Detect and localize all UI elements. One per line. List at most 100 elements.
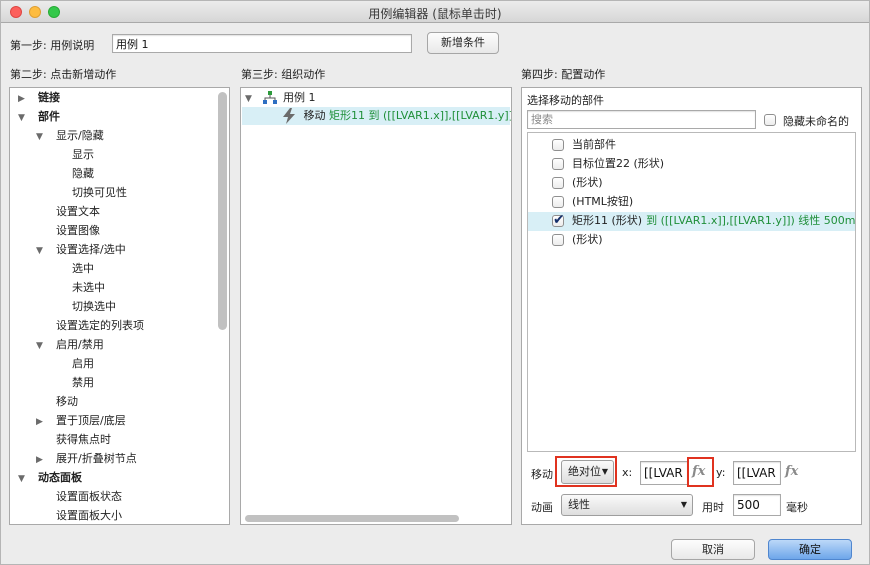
widget-row[interactable]: (HTML按钮) [528,193,855,212]
expanded-triangle-icon[interactable]: ▼ [36,337,46,355]
action-list-item[interactable]: 选中 [18,260,94,278]
title-bar: 用例编辑器 (鼠标单击时) [1,1,869,23]
expanded-triangle-icon[interactable]: ▼ [18,470,28,488]
configure-action-panel: 选择移动的部件 隐藏未命名的 当前部件目标位置22 (形状) (形状) (HTML按… [521,87,862,525]
action-list-item[interactable]: ▼ 设置选择/选中 [18,241,126,259]
action-list-item[interactable]: 切换选中 [18,298,116,316]
widget-label: (形状) [572,233,603,246]
action-list-item[interactable]: ▼ 动态面板 [18,469,82,487]
action-list-item[interactable]: 启用 [18,355,94,373]
widget-label: (HTML按钮) [572,195,634,208]
y-fx-button[interactable]: fx [785,464,798,479]
widget-row[interactable]: (形状) [528,174,855,193]
widget-checkbox[interactable] [552,177,564,189]
action-list-item[interactable]: 显示 [18,146,94,164]
action-list-item-label: 展开/折叠树节点 [56,452,137,465]
widget-checkbox[interactable] [552,211,565,229]
expanded-triangle-icon[interactable]: ▼ [245,90,255,108]
animation-select[interactable]: 线性 ▼ [561,494,693,516]
expanded-triangle-icon[interactable]: ▼ [36,242,46,260]
fx-highlight [687,457,714,487]
action-list-item[interactable]: 未选中 [18,279,105,297]
widget-row[interactable]: 目标位置22 (形状) [528,155,855,174]
action-list-panel[interactable]: ▶ 链接 ▼ 部件 ▼ 显示/隐藏 显示 隐藏 切换可见性 设置文本设置图像 ▼ 设置选择/选中选中未… [9,87,230,525]
duration-label: 用时 [702,501,724,514]
duration-input[interactable] [733,494,781,516]
action-list-item[interactable]: 移动 [18,393,78,411]
action-list-item[interactable]: 设置图像 [18,222,100,240]
animation-value: 线性 [568,498,590,511]
action-list-item-label: 未选中 [72,281,105,294]
action-list-item-label: 设置选择/选中 [56,243,126,256]
action-list-item[interactable]: 设置文本 [18,203,100,221]
expanded-triangle-icon[interactable]: ▼ [36,128,46,146]
action-list-item[interactable]: ▼ 启用/禁用 [18,336,104,354]
step3-label: 第三步: 组织动作 [241,68,326,81]
step2-label: 第二步: 点击新增动作 [10,68,117,81]
animation-label: 动画 [531,501,553,514]
x-input[interactable] [640,461,688,485]
action-list-item-label: 设置面板状态 [56,490,122,503]
step4-label: 第四步: 配置动作 [521,68,606,81]
action-list-scrollbar[interactable] [218,92,227,330]
organize-actions-panel[interactable]: ▼ 用例 1 移动 矩形11 到 ([[LVAR1.x]],[[LVAR1.y]… [240,87,512,525]
widget-label: 矩形11 (形状) [572,214,643,227]
action-list-item[interactable]: ▼ 部件 [18,108,60,126]
action-row-move[interactable]: 移动 矩形11 到 ([[LVAR1.x]],[[LVAR1.y]]) [242,107,511,125]
move-type-highlight [555,456,617,487]
hide-unnamed-checkbox[interactable] [764,113,776,126]
widget-search-input[interactable] [527,110,756,129]
case-editor-window: 用例编辑器 (鼠标单击时) 第一步: 用例说明 新增条件 第二步: 点击新增动作… [0,0,870,565]
action-list-item-label: 置于顶层/底层 [56,414,126,427]
widget-checkbox[interactable] [552,234,564,246]
window-title: 用例编辑器 (鼠标单击时) [368,7,502,21]
widget-action-detail: 到 ([[LVAR1.x]],[[LVAR1.y]]) 线性 500ms [646,214,856,227]
case-tree-icon [262,91,277,104]
widget-row[interactable]: 当前部件 [528,136,855,155]
action-list-item-label: 设置选定的列表项 [56,319,144,332]
action-list-item[interactable]: ▶ 展开/折叠树节点 [18,450,137,468]
y-input[interactable] [733,461,781,485]
action-list-item[interactable]: ▼ 显示/隐藏 [18,127,104,145]
action-list-item-label: 获得焦点时 [56,433,111,446]
action-list-item-label: 动态面板 [38,471,82,484]
action-list-item-label: 移动 [56,395,78,408]
case-description-input[interactable] [112,34,412,53]
collapsed-triangle-icon[interactable]: ▶ [18,90,28,108]
action-list-item[interactable]: 设置面板大小 [18,507,122,524]
action-prefix: 移动 [303,109,326,122]
action-list-item[interactable]: 获得焦点时 [18,431,111,449]
cancel-button[interactable]: 取消 [671,539,755,560]
widget-checkbox[interactable] [552,139,564,151]
widget-checkbox[interactable] [552,158,564,170]
action-list-item[interactable]: ▶ 置于顶层/底层 [18,412,126,430]
action-list-item[interactable]: 切换可见性 [18,184,127,202]
case-row[interactable]: ▼ 用例 1 [245,89,507,107]
action-list-item-label: 设置面板大小 [56,509,122,522]
action-list-item-label: 启用 [72,357,94,370]
action-list-item[interactable]: ▶ 链接 [18,89,60,107]
add-condition-button[interactable]: 新增条件 [427,32,499,54]
action-list-item-label: 禁用 [72,376,94,389]
widget-checkbox[interactable] [552,196,564,208]
hide-unnamed-label: 隐藏未命名的 [783,115,849,128]
widget-label: 当前部件 [572,138,616,151]
widget-row[interactable]: (形状) [528,231,855,250]
widget-row[interactable]: 矩形11 (形状)到 ([[LVAR1.x]],[[LVAR1.y]]) 线性 … [528,211,856,231]
action-list-item[interactable]: 隐藏 [18,165,94,183]
action-list-item[interactable]: 禁用 [18,374,94,392]
collapsed-triangle-icon[interactable]: ▶ [36,413,46,431]
organize-actions-hscrollbar[interactable] [245,515,459,522]
action-list-item[interactable]: 设置选定的列表项 [18,317,144,335]
select-widgets-header: 选择移动的部件 [527,94,604,107]
action-list-item[interactable]: 设置面板状态 [18,488,122,506]
action-list-item-label: 启用/禁用 [56,338,104,351]
ok-button[interactable]: 确定 [768,539,852,560]
action-list-item-label: 设置图像 [56,224,100,237]
collapsed-triangle-icon[interactable]: ▶ [36,451,46,469]
dropdown-caret-icon: ▼ [680,500,687,509]
lightning-icon [283,108,295,124]
y-label: y: [716,466,726,479]
expanded-triangle-icon[interactable]: ▼ [18,109,28,127]
widget-list[interactable]: 当前部件目标位置22 (形状) (形状) (HTML按钮) 矩形11 (形状)到 ([… [527,132,856,452]
